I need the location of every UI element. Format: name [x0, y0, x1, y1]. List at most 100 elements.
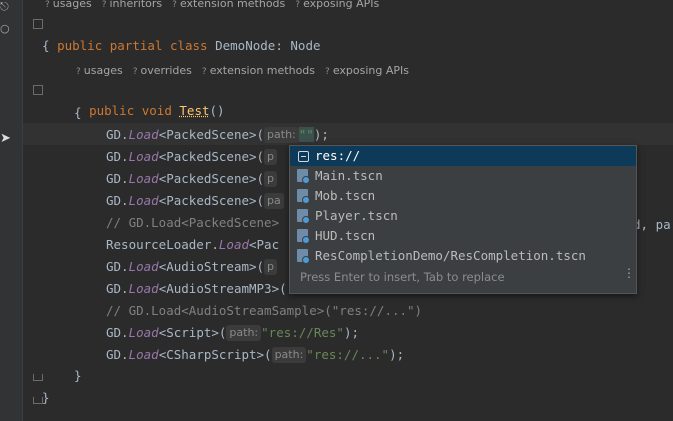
- codelens-usages[interactable]: ? usages: [76, 64, 123, 77]
- generic-args: <Script>(: [158, 325, 227, 340]
- scene-file-icon: [297, 229, 310, 244]
- comment-line[interactable]: // GD.Load<AudioStreamSample>("res://...…: [106, 301, 422, 321]
- codelens-label: extension methods: [209, 64, 316, 77]
- completion-item-label: Main.tscn: [315, 168, 383, 183]
- codelens-extension-methods[interactable]: ? extension methods: [202, 64, 315, 77]
- hint-icon: ?: [295, 0, 301, 10]
- code-line[interactable]: ResourceLoader.Load<Pac: [106, 235, 279, 255]
- codelens-exposing-APIs[interactable]: ? exposing APIs: [325, 64, 409, 77]
- method-call: Load: [128, 325, 159, 340]
- generic-args: <PackedScene>(: [158, 127, 265, 142]
- method-close-brace[interactable]: }: [74, 366, 82, 386]
- codelens-usages[interactable]: ? usages: [45, 0, 92, 10]
- codelens-extension-methods[interactable]: ? extension methods: [172, 0, 285, 10]
- statement-end: );: [389, 347, 405, 362]
- parameter-hint: path:: [271, 347, 307, 363]
- parameter-hint: p: [264, 149, 278, 165]
- completion-item-label: HUD.tscn: [315, 228, 376, 243]
- completion-item[interactable]: res://: [290, 146, 636, 166]
- method-open-brace[interactable]: {: [74, 103, 82, 123]
- generic-args: <Pac: [249, 237, 280, 252]
- method-call: Load: [128, 347, 159, 362]
- class-name: DemoNode: [215, 38, 276, 53]
- code-line[interactable]: GD.Load<PackedScene>(p: [106, 147, 278, 167]
- completion-footer-hint: Press Enter to insert, Tab to replace: [300, 270, 505, 284]
- codelens-label: inheritors: [109, 0, 163, 10]
- object-ref: GD.: [106, 149, 129, 164]
- parameter-hint: p: [264, 259, 278, 275]
- completion-item[interactable]: HUD.tscn: [290, 226, 636, 246]
- more-options-icon[interactable]: ⋮: [623, 267, 635, 279]
- code-line[interactable]: GD.Load<Script>(path: "res://Res");: [106, 323, 359, 343]
- object-ref: GD.: [106, 171, 129, 186]
- hint-icon: ?: [101, 0, 107, 10]
- comment-line[interactable]: // GD.Load<PackedScene>: [106, 213, 279, 233]
- method-call: Load: [218, 237, 249, 252]
- completion-item[interactable]: Main.tscn: [290, 166, 636, 186]
- string-literal: "res://...": [306, 347, 390, 362]
- codelens-overrides[interactable]: ? overrides: [133, 64, 192, 77]
- generic-args: <PackedScene>(: [158, 171, 265, 186]
- code-line[interactable]: GD.Load<AudioStreamMP3>(: [106, 279, 287, 299]
- code-line[interactable]: GD.Load<PackedScene>(pa: [106, 191, 284, 211]
- method-call: Load: [128, 149, 159, 164]
- codelens-label: exposing APIs: [303, 0, 380, 10]
- object-ref: GD.: [106, 127, 129, 142]
- statement-end: );: [343, 325, 359, 340]
- generic-args: <PackedScene>(: [158, 149, 265, 164]
- generic-args: <AudioStream>(: [158, 259, 265, 274]
- method-call: Load: [128, 259, 159, 274]
- base-class: Node: [290, 38, 321, 53]
- scene-file-icon: [297, 209, 310, 224]
- completion-item[interactable]: Player.tscn: [290, 206, 636, 226]
- code-line[interactable]: GD.Load<CSharpScript>(path: "res://...");: [106, 345, 404, 365]
- class-close-brace[interactable]: }: [42, 388, 50, 408]
- completion-item[interactable]: Mob.tscn: [290, 186, 636, 206]
- implemented-icon[interactable]: ⎋: [0, 0, 9, 14]
- code-line[interactable]: GD.Load<PackedScene>(path: "");: [106, 125, 329, 145]
- generic-args: <PackedScene>(: [158, 193, 265, 208]
- separator: :: [275, 38, 291, 53]
- object-ref: GD.: [106, 325, 129, 340]
- completion-item-label: Player.tscn: [315, 208, 398, 223]
- completion-item-label: Mob.tscn: [315, 188, 376, 203]
- fold-method-icon[interactable]: [33, 85, 43, 95]
- object-ref: GD.: [106, 281, 129, 296]
- editor-gutter: [0, 0, 22, 421]
- completion-item[interactable]: ResCompletionDemo/ResCompletion.tscn: [290, 246, 636, 266]
- method-declaration[interactable]: public void Test(): [74, 81, 225, 118]
- object-ref: ResourceLoader.: [106, 237, 219, 252]
- codelens-exposing-APIs[interactable]: ? exposing APIs: [295, 0, 379, 10]
- parameter-hint: path:: [264, 127, 299, 143]
- override-marker-icon[interactable]: ○: [0, 22, 10, 35]
- class-open-brace[interactable]: {: [42, 36, 50, 56]
- class-declaration[interactable]: public partial class DemoNode: Node: [42, 16, 320, 53]
- parameter-hint: pa: [264, 193, 284, 209]
- codelens-label: overrides: [140, 64, 192, 77]
- hint-icon: ?: [201, 67, 207, 77]
- fold-end-method-icon[interactable]: [33, 374, 43, 381]
- completion-item-label: ResCompletionDemo/ResCompletion.tscn: [315, 248, 586, 263]
- codelens-label: exposing APIs: [332, 64, 409, 77]
- codelens-label: extension methods: [179, 0, 286, 10]
- object-ref: GD.: [106, 193, 129, 208]
- codelens-inheritors[interactable]: ? inheritors: [102, 0, 162, 10]
- generic-args: <AudioStreamMP3>(: [158, 281, 287, 296]
- hint-icon: ?: [325, 67, 330, 77]
- mouse-pointer-icon: ➤: [0, 131, 11, 146]
- codelens-method[interactable]: ? usages? overrides? extension methods? expo…: [76, 64, 419, 78]
- object-ref: GD.: [106, 347, 129, 362]
- method-call: Load: [128, 127, 159, 142]
- parameter-hint: path:: [226, 325, 262, 341]
- resource-folder-icon: [298, 151, 309, 162]
- codelens-class[interactable]: ? usages? inheritors? extension methods? exp…: [45, 0, 389, 11]
- completion-popup[interactable]: Press Enter to insert, Tab to replace ⋮ …: [289, 145, 637, 294]
- hint-icon: ?: [172, 0, 177, 10]
- hint-icon: ?: [132, 67, 138, 77]
- method-call: Load: [128, 281, 159, 296]
- keyword: public partial class: [57, 38, 208, 53]
- statement-end: );: [313, 127, 329, 142]
- parameter-hint: p: [264, 171, 278, 187]
- code-line[interactable]: GD.Load<AudioStream>(p: [106, 257, 278, 277]
- code-line[interactable]: GD.Load<PackedScene>(p: [106, 169, 278, 189]
